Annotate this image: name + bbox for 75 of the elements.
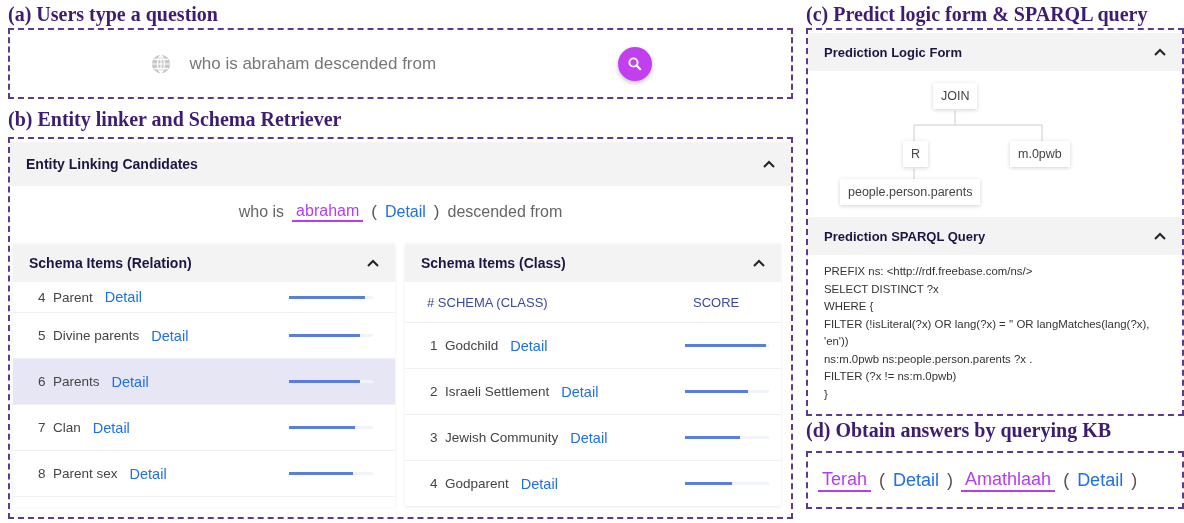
column-header: # SCHEMA (CLASS) — [427, 294, 549, 310]
answer-link[interactable]: Terah — [818, 468, 872, 492]
question-text: who is — [238, 203, 285, 221]
relation-row[interactable]: 7 Clan Detail — [13, 405, 395, 451]
schema-name: Parents — [53, 374, 100, 389]
query-line: ns:m.0pwb ns:people.person.parents ?x . — [824, 351, 1034, 367]
tree-node: JOIN — [933, 83, 978, 109]
tree-node: m.0pwb — [1010, 141, 1070, 167]
schema-name: Godparent — [445, 476, 509, 491]
section-title: (a) Users type a question — [8, 2, 219, 28]
section-title: (b) Entity linker and Schema Retriever — [8, 107, 343, 133]
row-number: 4 — [38, 289, 47, 305]
detail-link[interactable]: Detail — [129, 465, 167, 482]
schema-name: Parent sex — [53, 466, 118, 481]
relation-row[interactable]: 8 Parent sex Detail — [13, 451, 395, 497]
class-row[interactable]: 3 Jewish Community Detail — [405, 415, 781, 461]
search-icon — [625, 54, 644, 73]
detail-link[interactable]: Detail — [151, 327, 189, 344]
detail-link[interactable]: Detail — [570, 429, 608, 446]
relation-row[interactable]: 4 Parent Detail — [13, 282, 395, 313]
row-number: 3 — [430, 430, 439, 445]
detail-link[interactable]: Detail — [561, 383, 599, 400]
query-line: PREFIX ns: <http://rdf.freebase.com/ns/> — [824, 264, 1034, 279]
schema-name: Parent — [53, 289, 93, 305]
column-header: SCORE — [693, 294, 741, 310]
detail-link[interactable]: Detail — [1077, 469, 1124, 491]
query-line: } — [824, 386, 829, 402]
panel-header[interactable]: Schema Items (Class) — [405, 244, 781, 282]
schema-name: Divine parents — [53, 328, 140, 343]
parenthesis: ( — [879, 469, 886, 491]
class-row[interactable]: 2 Israeli Settlement Detail — [405, 369, 781, 415]
answer-link[interactable]: Amathlaah — [961, 468, 1056, 492]
row-number: 7 — [38, 420, 47, 435]
search-button[interactable] — [617, 46, 652, 81]
parenthesis: ( — [371, 202, 377, 222]
detail-link[interactable]: Detail — [92, 419, 130, 436]
schema-name: Clan — [53, 420, 81, 435]
detail-link[interactable]: Detail — [111, 373, 149, 390]
schema-name: Israeli Settlement — [445, 384, 550, 399]
entity-link[interactable]: abraham — [292, 202, 364, 222]
query-line: FILTER (?x != ns:m.0pwb) — [824, 369, 958, 384]
section-title: (d) Obtain answers by querying KB — [806, 418, 1113, 444]
globe-icon — [149, 52, 172, 75]
panel-header[interactable]: Prediction Logic Form — [808, 33, 1182, 71]
row-number: 6 — [38, 374, 47, 389]
section-title: (c) Predict logic form & SPARQL query — [806, 2, 1149, 28]
schema-name: Jewish Community — [445, 430, 559, 445]
row-number: 5 — [38, 328, 47, 343]
relation-row[interactable]: 6 Parents Detail — [13, 359, 395, 405]
row-number: 2 — [430, 384, 439, 399]
panel-header[interactable]: Prediction SPARQL Query — [808, 217, 1182, 255]
parenthesis: ( — [1063, 469, 1070, 491]
parenthesis: ) — [1131, 469, 1138, 491]
panel-header[interactable]: Entity Linking Candidates — [10, 142, 791, 186]
query-line: FILTER (!isLiteral(?x) OR lang(?x) = '' OR langMatches(lang(?x), 'en')) — [824, 316, 1151, 349]
tree-node: R — [903, 141, 929, 167]
query-line: SELECT DISTINCT ?x — [824, 281, 940, 297]
question-input[interactable]: who is abraham descended from — [189, 53, 600, 74]
row-number: 1 — [430, 338, 439, 353]
query-line: WHERE { — [824, 299, 875, 314]
parenthesis: ) — [947, 469, 954, 491]
detail-link[interactable]: Detail — [510, 337, 548, 354]
detail-link[interactable]: Detail — [104, 289, 142, 305]
tree-node: people.person.parents — [840, 179, 981, 205]
row-number: 8 — [38, 466, 47, 481]
question-text: descended from — [447, 203, 563, 221]
panel-header[interactable]: Schema Items (Relation) — [13, 244, 395, 282]
detail-link[interactable]: Detail — [384, 203, 426, 221]
schema-name: Godchild — [445, 338, 499, 353]
detail-link[interactable]: Detail — [893, 469, 940, 491]
row-number: 4 — [430, 476, 439, 491]
class-row[interactable]: 4 Godparent Detail — [405, 461, 781, 507]
parenthesis: ) — [433, 202, 440, 222]
class-row[interactable]: 1 Godchild Detail — [405, 323, 781, 369]
detail-link[interactable]: Detail — [520, 475, 558, 492]
